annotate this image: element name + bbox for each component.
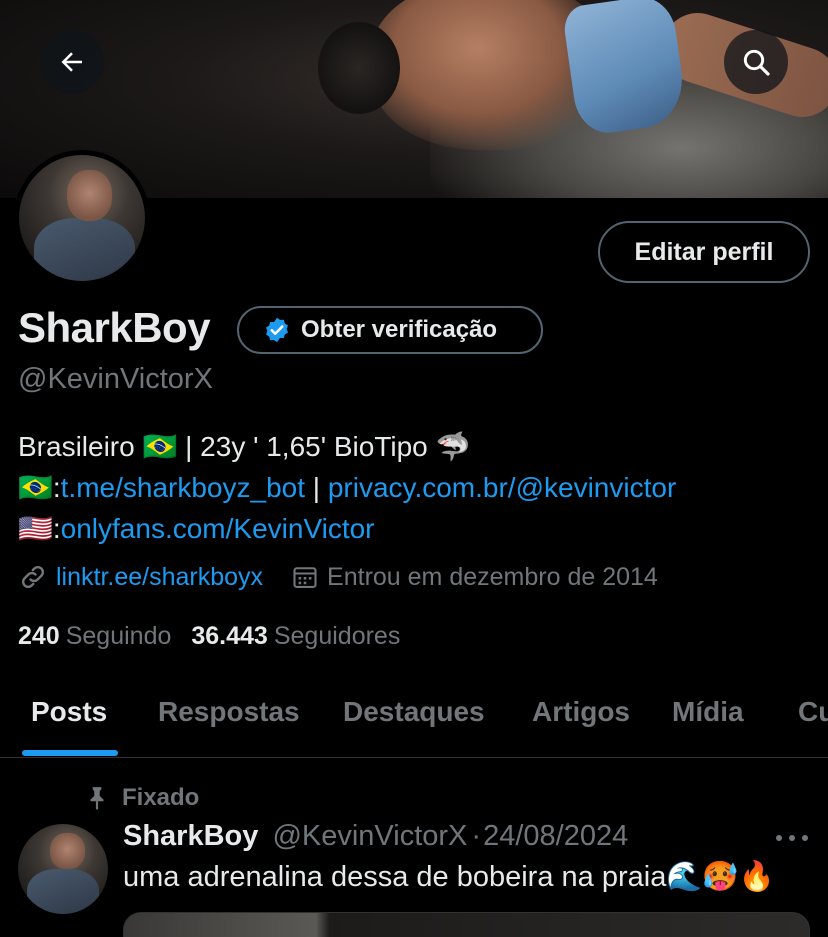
avatar-face (66, 170, 113, 221)
profile-bio: Brasileiro 🇧🇷 | 23y ' 1,65' BioTipo 🦈 🇧🇷… (18, 426, 818, 549)
profile-handle: @KevinVictorX (18, 363, 213, 395)
post-media[interactable] (123, 912, 810, 937)
pinned-indicator: Fixado (84, 784, 199, 812)
profile-name: SharkBoy (18, 304, 211, 351)
bio-line-2: 🇧🇷:t.me/sharkboyz_bot | privacy.com.br/@… (18, 467, 818, 508)
get-verified-button[interactable]: Obter verificação (237, 306, 543, 354)
active-tab-indicator (22, 750, 118, 756)
followers-label: Seguidores (273, 622, 401, 650)
search-icon (743, 49, 770, 76)
tab-more[interactable]: Cu (798, 696, 828, 728)
bio-separator: | (305, 472, 328, 503)
joined-date: Entrou em dezembro de 2014 (327, 562, 658, 591)
post-separator: · (471, 820, 482, 852)
bio-flag-us: 🇺🇸: (18, 513, 61, 544)
profile-tabs: Posts Respostas Destaques Artigos Mídia … (0, 676, 828, 758)
arrow-left-icon (61, 52, 82, 72)
tab-replies[interactable]: Respostas (158, 696, 300, 728)
bio-flag-br: 🇧🇷: (18, 472, 61, 503)
search-button[interactable] (724, 30, 788, 94)
more-dot (802, 835, 808, 841)
post-author-handle[interactable]: @KevinVictorX (272, 820, 467, 852)
post-text: uma adrenalina dessa de bobeira na praia… (123, 861, 775, 893)
edit-profile-button[interactable]: Editar perfil (598, 221, 810, 283)
following-stat[interactable]: 240 Seguindo (18, 622, 171, 651)
tab-articles[interactable]: Artigos (532, 696, 630, 728)
banner-head (318, 22, 400, 114)
following-label: Seguindo (65, 622, 172, 650)
back-button[interactable] (40, 30, 104, 94)
website-link[interactable]: linktr.ee/sharkboyx (56, 563, 263, 592)
more-dot (789, 835, 795, 841)
more-options-icon[interactable] (776, 828, 808, 848)
link-icon (21, 565, 45, 589)
tab-highlights[interactable]: Destaques (343, 696, 485, 728)
following-count: 240 (18, 622, 60, 650)
tab-media[interactable]: Mídia (672, 696, 744, 728)
post-header: SharkBoy @KevinVictorX ·24/08/2024 (123, 820, 628, 853)
tab-posts[interactable]: Posts (31, 696, 107, 728)
post-avatar[interactable] (18, 824, 108, 914)
pin-icon (90, 787, 104, 810)
follow-stats: 240 Seguindo 36.443 Seguidores (18, 622, 400, 651)
onlyfans-link[interactable]: onlyfans.com/KevinVictor (61, 513, 375, 544)
profile-meta: linktr.ee/sharkboyx Entrou em dezembro d… (18, 562, 658, 592)
post-avatar-face (50, 833, 85, 869)
avatar-shirt (34, 218, 135, 281)
bio-line-1: Brasileiro 🇧🇷 | 23y ' 1,65' BioTipo 🦈 (18, 431, 471, 462)
calendar-icon (293, 567, 317, 588)
followers-count: 36.443 (191, 622, 268, 650)
profile-avatar[interactable] (14, 150, 150, 286)
pinned-label: Fixado (122, 784, 200, 811)
post-date[interactable]: 24/08/2024 (483, 820, 628, 852)
more-dot (776, 835, 782, 841)
followers-stat[interactable]: 36.443 Seguidores (191, 622, 400, 651)
get-verified-label: Obter verificação (301, 316, 498, 343)
avatar-image (19, 155, 145, 281)
post-avatar-shirt (27, 869, 99, 914)
verified-badge-icon (266, 317, 288, 343)
privacy-link[interactable]: privacy.com.br/@kevinvictor (328, 472, 676, 503)
telegram-link[interactable]: t.me/sharkboyz_bot (61, 472, 305, 503)
post-author-name[interactable]: SharkBoy (123, 820, 258, 852)
bio-line-3: 🇺🇸:onlyfans.com/KevinVictor (18, 508, 818, 549)
